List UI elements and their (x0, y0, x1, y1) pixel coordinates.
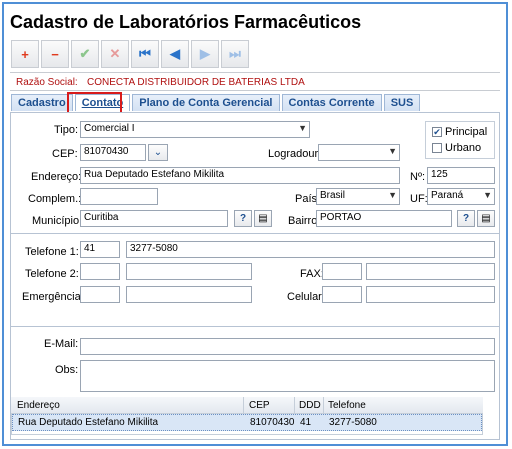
fax-number-field[interactable] (366, 263, 495, 280)
celular-number-field[interactable] (366, 286, 495, 303)
razao-social-value: CONECTA DISTRIBUIDOR DE BATERIAS LTDA (87, 77, 305, 88)
column-header-endereco[interactable]: Endereço (17, 400, 60, 411)
cell-cep: 81070430 (250, 417, 295, 428)
active-tab-highlight (67, 92, 122, 114)
emergencia-number-field[interactable] (126, 286, 252, 303)
column-header-cep[interactable]: CEP (249, 400, 270, 411)
first-record-button[interactable]: ⏮ (131, 40, 159, 68)
uf-select[interactable]: Paraná ▼ (427, 188, 495, 205)
telefone2-ddd-field[interactable] (80, 263, 120, 280)
principal-option[interactable]: ✔ Principal (432, 126, 487, 138)
tipo-label: Tipo: (54, 124, 79, 136)
logradouro-select[interactable]: ▼ (318, 144, 400, 161)
obs-label: Obs: (55, 364, 79, 376)
urbano-label: Urbano (445, 142, 482, 154)
uf-label: UF: (410, 193, 428, 205)
municipio-label: Município: (32, 215, 83, 227)
municipio-lookup-button[interactable]: ? (234, 210, 252, 227)
add-button[interactable]: + (11, 40, 39, 68)
principal-label: Principal (445, 126, 488, 138)
bairro-field[interactable]: PORTAO (316, 210, 452, 227)
divider (11, 233, 499, 234)
list-icon: ▤ (258, 213, 268, 224)
cell-telefone: 3277-5080 (329, 417, 377, 428)
tab-plano-conta-gerencial[interactable]: Plano de Conta Gerencial (132, 94, 280, 111)
cep-search-button[interactable]: ⌄ (148, 144, 168, 161)
bairro-lookup-button[interactable]: ? (457, 210, 475, 227)
fax-ddd-field[interactable] (322, 263, 362, 280)
cep-label: CEP: (52, 148, 78, 160)
table-row[interactable]: Rua Deputado Estefano Mikilita 81070430 … (12, 414, 482, 431)
telefone1-ddd-field[interactable]: 41 (80, 241, 120, 258)
column-divider (323, 397, 324, 413)
toolbar: + − ✔ ✕ ⏮ ◀ ▶ ⏭ (11, 40, 251, 70)
divider (10, 72, 500, 73)
list-icon: ▤ (481, 213, 491, 224)
tab-cadastro[interactable]: Cadastro (11, 94, 73, 111)
complemento-field[interactable] (80, 188, 158, 205)
email-field[interactable] (80, 338, 495, 355)
chevron-down-icon: ▼ (388, 146, 397, 156)
endereco-label: Endereço: (31, 171, 82, 183)
cell-ddd: 41 (300, 417, 312, 428)
telefone1-number-field[interactable]: 3277-5080 (126, 241, 495, 258)
divider (11, 326, 499, 327)
tipo-select[interactable]: Comercial I ▼ (80, 121, 310, 138)
email-label: E-Mail: (44, 338, 79, 350)
chevron-down-icon: ▼ (298, 123, 307, 133)
chevron-down-icon: ⌄ (153, 147, 163, 158)
telefone2-number-field[interactable] (126, 263, 252, 280)
delete-button[interactable]: − (41, 40, 69, 68)
fax-label: FAX: (300, 268, 324, 280)
column-header-telefone[interactable]: Telefone (328, 400, 366, 411)
cancel-button[interactable]: ✕ (101, 40, 129, 68)
telefone1-label: Telefone 1: (25, 246, 79, 258)
last-record-button[interactable]: ⏭ (221, 40, 249, 68)
numero-label: Nº: (410, 171, 426, 183)
chevron-down-icon: ▼ (483, 190, 492, 200)
celular-ddd-field[interactable] (322, 286, 362, 303)
uf-value: Paraná (431, 190, 464, 201)
numero-field[interactable]: 125 (427, 167, 495, 184)
divider (10, 90, 500, 91)
emergencia-label: Emergência: (22, 291, 84, 303)
telefone2-label: Telefone 2: (25, 268, 79, 280)
bairro-list-button[interactable]: ▤ (477, 210, 495, 227)
prev-record-button[interactable]: ◀ (161, 40, 189, 68)
cell-endereco: Rua Deputado Estefano Mikilita (18, 417, 159, 428)
column-divider (243, 397, 244, 413)
tab-sus[interactable]: SUS (383, 94, 421, 111)
page-title: Cadastro de Laboratórios Farmacêuticos (10, 12, 362, 32)
next-record-button[interactable]: ▶ (191, 40, 219, 68)
column-header-ddd[interactable]: DDD (299, 400, 321, 411)
pais-select[interactable]: Brasil ▼ (316, 188, 400, 205)
emergencia-ddd-field[interactable] (80, 286, 120, 303)
principal-checkbox[interactable]: ✔ (432, 127, 442, 137)
pais-value: Brasil (320, 190, 346, 201)
grid-header: Endereço CEP DDD Telefone (11, 397, 483, 414)
urbano-checkbox[interactable] (432, 143, 442, 153)
razao-social-label: Razão Social: (16, 77, 78, 88)
endereco-field[interactable]: Rua Deputado Estefano Mikilita (80, 167, 400, 184)
celular-label: Celular: (287, 291, 325, 303)
obs-textarea[interactable] (80, 360, 495, 392)
municipio-field[interactable]: Curitiba (80, 210, 228, 227)
tipo-value: Comercial I (84, 123, 135, 134)
chevron-down-icon: ▼ (388, 190, 397, 200)
municipio-list-button[interactable]: ▤ (254, 210, 272, 227)
urbano-option[interactable]: Urbano (432, 142, 481, 154)
tab-contas-corrente[interactable]: Contas Corrente (281, 94, 382, 111)
confirm-button[interactable]: ✔ (71, 40, 99, 68)
column-divider (294, 397, 295, 413)
complemento-label: Complem.: (28, 193, 82, 205)
cep-field[interactable]: 81070430 (80, 144, 146, 161)
